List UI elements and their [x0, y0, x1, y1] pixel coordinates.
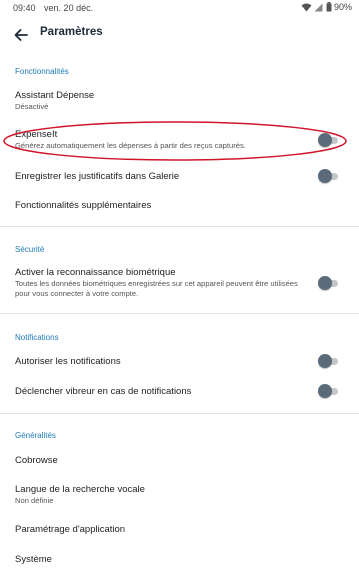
expenseit-toggle[interactable] — [318, 133, 340, 147]
setting-voice-language-subtitle: Non définie — [15, 496, 54, 505]
setting-expenseit-title: ExpenseIt — [15, 129, 58, 140]
setting-allow-notifications-title: Autoriser les notifications — [15, 356, 121, 367]
setting-more-features-title: Fonctionnalités supplémentaires — [15, 200, 152, 211]
setting-biometric-subtitle: Toutes les données biométriques enregist… — [15, 279, 298, 298]
setting-biometric[interactable]: Activer la reconnaissance biométrique To… — [0, 264, 359, 306]
setting-vibrate-title: Déclencher vibreur en cas de notificatio… — [15, 386, 192, 397]
setting-biometric-title: Activer la reconnaissance biométrique — [15, 267, 176, 278]
status-left: 09:40 ven. 20 déc. — [13, 3, 93, 13]
section-header-security: Sécurité — [15, 245, 45, 254]
section-divider — [0, 226, 359, 227]
toggle-thumb — [318, 133, 332, 147]
section-divider — [0, 313, 359, 314]
page-title: Paramètres — [40, 26, 103, 38]
app-bar: Paramètres — [0, 18, 359, 52]
signal-icon — [314, 3, 323, 11]
setting-assistant-depense[interactable]: Assistant Dépense Désactivé — [0, 87, 359, 115]
status-date: ven. 20 déc. — [44, 3, 94, 13]
section-header-general: Généralités — [15, 431, 56, 440]
back-button[interactable] — [10, 24, 32, 46]
setting-app-settings[interactable]: Paramétrage d'application — [0, 520, 359, 540]
section-header-notifications: Notifications — [15, 333, 59, 342]
setting-save-receipts-title: Enregistrer les justificatifs dans Galer… — [15, 171, 180, 182]
setting-expenseit-subtitle: Générez automatiquement les dépenses à p… — [15, 141, 246, 150]
setting-allow-notifications[interactable]: Autoriser les notifications — [0, 352, 359, 372]
setting-assistant-title: Assistant Dépense — [15, 90, 95, 101]
toggle-thumb — [318, 276, 332, 290]
wifi-icon — [301, 3, 312, 11]
toggle-thumb — [318, 384, 332, 398]
setting-assistant-subtitle: Désactivé — [15, 102, 49, 111]
arrow-left-icon — [14, 29, 28, 41]
battery-level: 90% — [333, 2, 352, 12]
status-right: 90% — [301, 2, 352, 12]
setting-voice-language-title: Langue de la recherche vocale — [15, 484, 145, 495]
setting-app-settings-title: Paramétrage d'application — [15, 524, 126, 535]
setting-save-receipts[interactable]: Enregistrer les justificatifs dans Galer… — [0, 167, 359, 187]
section-divider — [0, 413, 359, 414]
setting-vibrate[interactable]: Déclencher vibreur en cas de notificatio… — [0, 382, 359, 402]
toggle-thumb — [318, 169, 332, 183]
toggle-thumb — [318, 354, 332, 368]
setting-system-title: Système — [15, 554, 52, 565]
vibrate-toggle[interactable] — [318, 384, 340, 398]
setting-expenseit[interactable]: ExpenseIt Générez automatiquement les dé… — [0, 126, 359, 156]
setting-cobrowse-title: Cobrowse — [15, 455, 58, 466]
allow-notifications-toggle[interactable] — [318, 354, 340, 368]
status-time: 09:40 — [13, 3, 36, 13]
battery-icon — [326, 2, 332, 12]
status-bar: 09:40 ven. 20 déc. 90% — [0, 0, 359, 16]
setting-more-features[interactable]: Fonctionnalités supplémentaires — [0, 196, 359, 216]
save-receipts-toggle[interactable] — [318, 169, 340, 183]
section-header-features: Fonctionnalités — [15, 67, 69, 76]
setting-system[interactable]: Système — [0, 550, 359, 570]
setting-voice-language[interactable]: Langue de la recherche vocale Non défini… — [0, 481, 359, 509]
biometric-toggle[interactable] — [318, 276, 340, 290]
setting-cobrowse[interactable]: Cobrowse — [0, 451, 359, 471]
